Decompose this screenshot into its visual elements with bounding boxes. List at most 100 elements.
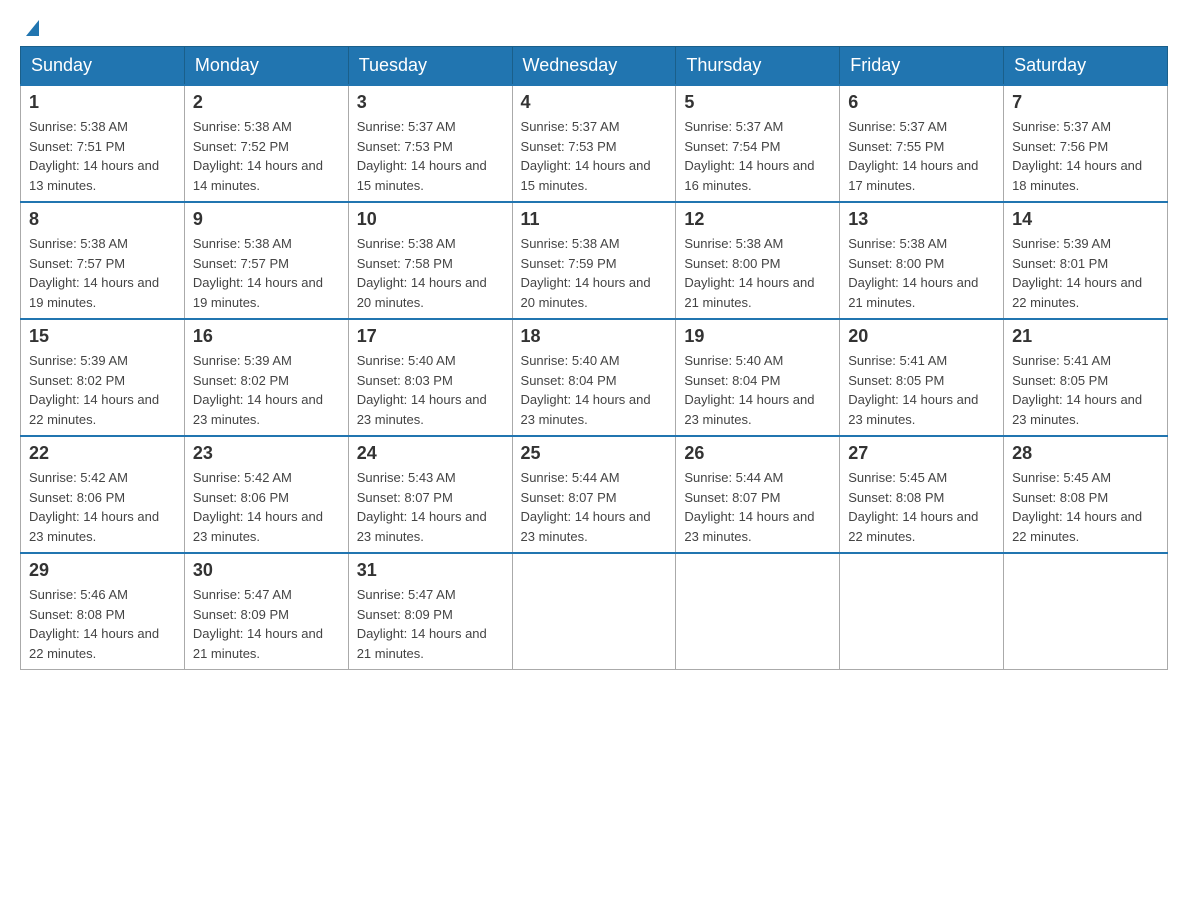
- calendar-cell: [1004, 553, 1168, 670]
- weekday-header-tuesday: Tuesday: [348, 47, 512, 86]
- day-info: Sunrise: 5:38 AMSunset: 7:57 PMDaylight:…: [29, 234, 176, 312]
- day-number: 28: [1012, 443, 1159, 464]
- day-number: 19: [684, 326, 831, 347]
- day-number: 14: [1012, 209, 1159, 230]
- calendar-cell: 3 Sunrise: 5:37 AMSunset: 7:53 PMDaylight…: [348, 85, 512, 202]
- calendar-cell: [676, 553, 840, 670]
- day-info: Sunrise: 5:44 AMSunset: 8:07 PMDaylight:…: [521, 468, 668, 546]
- day-number: 21: [1012, 326, 1159, 347]
- calendar-cell: 20 Sunrise: 5:41 AMSunset: 8:05 PMDayligh…: [840, 319, 1004, 436]
- weekday-header-saturday: Saturday: [1004, 47, 1168, 86]
- calendar-cell: 1 Sunrise: 5:38 AMSunset: 7:51 PMDaylight…: [21, 85, 185, 202]
- calendar-week-row: 29 Sunrise: 5:46 AMSunset: 8:08 PMDayligh…: [21, 553, 1168, 670]
- calendar-cell: 19 Sunrise: 5:40 AMSunset: 8:04 PMDayligh…: [676, 319, 840, 436]
- day-info: Sunrise: 5:37 AMSunset: 7:53 PMDaylight:…: [357, 117, 504, 195]
- calendar-cell: 28 Sunrise: 5:45 AMSunset: 8:08 PMDayligh…: [1004, 436, 1168, 553]
- day-number: 23: [193, 443, 340, 464]
- day-number: 22: [29, 443, 176, 464]
- day-info: Sunrise: 5:38 AMSunset: 7:59 PMDaylight:…: [521, 234, 668, 312]
- weekday-header-wednesday: Wednesday: [512, 47, 676, 86]
- day-number: 4: [521, 92, 668, 113]
- day-info: Sunrise: 5:44 AMSunset: 8:07 PMDaylight:…: [684, 468, 831, 546]
- calendar-cell: 21 Sunrise: 5:41 AMSunset: 8:05 PMDayligh…: [1004, 319, 1168, 436]
- day-info: Sunrise: 5:41 AMSunset: 8:05 PMDaylight:…: [848, 351, 995, 429]
- calendar-cell: 8 Sunrise: 5:38 AMSunset: 7:57 PMDaylight…: [21, 202, 185, 319]
- day-info: Sunrise: 5:40 AMSunset: 8:04 PMDaylight:…: [521, 351, 668, 429]
- calendar-cell: 30 Sunrise: 5:47 AMSunset: 8:09 PMDayligh…: [184, 553, 348, 670]
- calendar-cell: 4Sunrise: 5:37 AMSunset: 7:53 PMDaylight…: [512, 85, 676, 202]
- calendar-table: SundayMondayTuesdayWednesdayThursdayFrid…: [20, 46, 1168, 670]
- day-number: 15: [29, 326, 176, 347]
- day-info: Sunrise: 5:40 AMSunset: 8:03 PMDaylight:…: [357, 351, 504, 429]
- day-info: Sunrise: 5:43 AMSunset: 8:07 PMDaylight:…: [357, 468, 504, 546]
- day-number: 18: [521, 326, 668, 347]
- weekday-header-thursday: Thursday: [676, 47, 840, 86]
- day-number: 25: [521, 443, 668, 464]
- calendar-cell: 24 Sunrise: 5:43 AMSunset: 8:07 PMDayligh…: [348, 436, 512, 553]
- day-info: Sunrise: 5:40 AMSunset: 8:04 PMDaylight:…: [684, 351, 831, 429]
- day-number: 27: [848, 443, 995, 464]
- day-number: 3: [357, 92, 504, 113]
- day-info: Sunrise: 5:39 AMSunset: 8:02 PMDaylight:…: [29, 351, 176, 429]
- day-number: 9: [193, 209, 340, 230]
- day-number: 24: [357, 443, 504, 464]
- day-number: 10: [357, 209, 504, 230]
- day-info: Sunrise: 5:39 AMSunset: 8:01 PMDaylight:…: [1012, 234, 1159, 312]
- calendar-cell: 16 Sunrise: 5:39 AMSunset: 8:02 PMDayligh…: [184, 319, 348, 436]
- day-info: Sunrise: 5:39 AMSunset: 8:02 PMDaylight:…: [193, 351, 340, 429]
- calendar-cell: [512, 553, 676, 670]
- day-number: 20: [848, 326, 995, 347]
- day-number: 11: [521, 209, 668, 230]
- day-info: Sunrise: 5:38 AMSunset: 7:57 PMDaylight:…: [193, 234, 340, 312]
- day-number: 29: [29, 560, 176, 581]
- day-number: 6: [848, 92, 995, 113]
- calendar-week-row: 15 Sunrise: 5:39 AMSunset: 8:02 PMDayligh…: [21, 319, 1168, 436]
- day-info: Sunrise: 5:45 AMSunset: 8:08 PMDaylight:…: [848, 468, 995, 546]
- calendar-cell: 5 Sunrise: 5:37 AMSunset: 7:54 PMDaylight…: [676, 85, 840, 202]
- calendar-cell: 31Sunrise: 5:47 AMSunset: 8:09 PMDayligh…: [348, 553, 512, 670]
- day-info: Sunrise: 5:45 AMSunset: 8:08 PMDaylight:…: [1012, 468, 1159, 546]
- day-number: 1: [29, 92, 176, 113]
- day-number: 26: [684, 443, 831, 464]
- calendar-cell: 11 Sunrise: 5:38 AMSunset: 7:59 PMDayligh…: [512, 202, 676, 319]
- day-number: 13: [848, 209, 995, 230]
- day-number: 5: [684, 92, 831, 113]
- day-info: Sunrise: 5:38 AMSunset: 7:52 PMDaylight:…: [193, 117, 340, 195]
- calendar-cell: 13 Sunrise: 5:38 AMSunset: 8:00 PMDayligh…: [840, 202, 1004, 319]
- day-info: Sunrise: 5:37 AMSunset: 7:55 PMDaylight:…: [848, 117, 995, 195]
- day-info: Sunrise: 5:37 AMSunset: 7:56 PMDaylight:…: [1012, 117, 1159, 195]
- day-info: Sunrise: 5:38 AMSunset: 7:58 PMDaylight:…: [357, 234, 504, 312]
- calendar-week-row: 1 Sunrise: 5:38 AMSunset: 7:51 PMDaylight…: [21, 85, 1168, 202]
- day-info: Sunrise: 5:41 AMSunset: 8:05 PMDaylight:…: [1012, 351, 1159, 429]
- day-number: 2: [193, 92, 340, 113]
- calendar-cell: 18 Sunrise: 5:40 AMSunset: 8:04 PMDayligh…: [512, 319, 676, 436]
- calendar-cell: 23 Sunrise: 5:42 AMSunset: 8:06 PMDayligh…: [184, 436, 348, 553]
- page-header: [20, 20, 1168, 36]
- calendar-header-row: SundayMondayTuesdayWednesdayThursdayFrid…: [21, 47, 1168, 86]
- calendar-cell: [840, 553, 1004, 670]
- day-number: 8: [29, 209, 176, 230]
- calendar-cell: 26 Sunrise: 5:44 AMSunset: 8:07 PMDayligh…: [676, 436, 840, 553]
- day-info: Sunrise: 5:38 AMSunset: 7:51 PMDaylight:…: [29, 117, 176, 195]
- day-info: Sunrise: 5:38 AMSunset: 8:00 PMDaylight:…: [684, 234, 831, 312]
- weekday-header-friday: Friday: [840, 47, 1004, 86]
- day-number: 31: [357, 560, 504, 581]
- day-number: 30: [193, 560, 340, 581]
- calendar-cell: 15 Sunrise: 5:39 AMSunset: 8:02 PMDayligh…: [21, 319, 185, 436]
- calendar-cell: 2 Sunrise: 5:38 AMSunset: 7:52 PMDaylight…: [184, 85, 348, 202]
- day-info: Sunrise: 5:42 AMSunset: 8:06 PMDaylight:…: [29, 468, 176, 546]
- day-info: Sunrise: 5:38 AMSunset: 8:00 PMDaylight:…: [848, 234, 995, 312]
- calendar-cell: 6 Sunrise: 5:37 AMSunset: 7:55 PMDaylight…: [840, 85, 1004, 202]
- calendar-week-row: 8 Sunrise: 5:38 AMSunset: 7:57 PMDaylight…: [21, 202, 1168, 319]
- day-info: Sunrise: 5:46 AMSunset: 8:08 PMDaylight:…: [29, 585, 176, 663]
- calendar-cell: 12 Sunrise: 5:38 AMSunset: 8:00 PMDayligh…: [676, 202, 840, 319]
- day-info: Sunrise: 5:47 AMSunset: 8:09 PMDaylight:…: [193, 585, 340, 663]
- weekday-header-monday: Monday: [184, 47, 348, 86]
- day-number: 16: [193, 326, 340, 347]
- day-number: 17: [357, 326, 504, 347]
- day-info: Sunrise: 5:37 AMSunset: 7:54 PMDaylight:…: [684, 117, 831, 195]
- day-info: Sunrise: 5:42 AMSunset: 8:06 PMDaylight:…: [193, 468, 340, 546]
- day-number: 12: [684, 209, 831, 230]
- calendar-week-row: 22 Sunrise: 5:42 AMSunset: 8:06 PMDayligh…: [21, 436, 1168, 553]
- calendar-cell: 25 Sunrise: 5:44 AMSunset: 8:07 PMDayligh…: [512, 436, 676, 553]
